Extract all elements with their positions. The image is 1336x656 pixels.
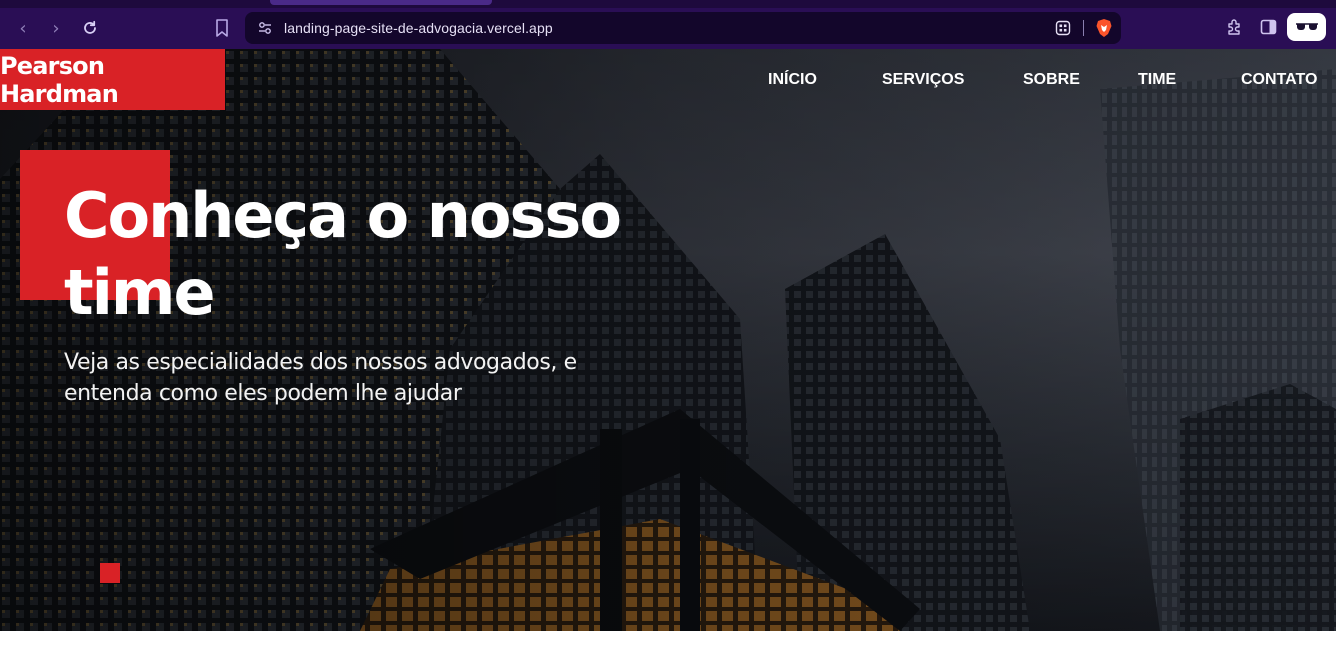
- url-text[interactable]: landing-page-site-de-advogacia.vercel.ap…: [284, 20, 553, 36]
- back-icon[interactable]: ‹: [12, 17, 34, 39]
- private-profile-button[interactable]: [1287, 13, 1326, 41]
- address-bar[interactable]: landing-page-site-de-advogacia.vercel.ap…: [245, 12, 1121, 44]
- nav-item-contato[interactable]: CONTATO: [1241, 71, 1317, 89]
- glasses-icon: [1295, 23, 1318, 30]
- forward-icon[interactable]: ›: [45, 17, 67, 39]
- logo[interactable]: Pearson Hardman: [0, 49, 225, 110]
- city-skyscrapers-background: [0, 49, 1336, 631]
- hero-section: Pearson Hardman INÍCIO SERVIÇOS SOBRE TI…: [0, 49, 1336, 631]
- nav-item-servicos[interactable]: SERVIÇOS: [882, 71, 964, 89]
- reload-button[interactable]: [79, 17, 101, 39]
- browser-toolbar: ‹ › landing-page-site-de-advogacia.verce…: [0, 0, 1336, 49]
- active-tab-indicator[interactable]: [270, 0, 492, 5]
- extensions-icon[interactable]: [1226, 18, 1244, 36]
- url-divider: [1083, 20, 1084, 36]
- sidebar-toggle-icon[interactable]: [1260, 19, 1277, 35]
- decorative-small-square: [100, 563, 120, 583]
- bookmark-icon[interactable]: [212, 17, 232, 39]
- nav-item-time[interactable]: TIME: [1138, 71, 1176, 89]
- nav-item-sobre[interactable]: SOBRE: [1023, 71, 1080, 89]
- qr-code-icon[interactable]: [1055, 20, 1071, 36]
- reload-icon: [84, 20, 96, 34]
- logo-text: Pearson Hardman: [0, 51, 119, 108]
- site-info-icon[interactable]: [257, 20, 273, 36]
- tab-strip: [0, 0, 1336, 8]
- brave-shield-icon[interactable]: [1095, 18, 1113, 38]
- nav-item-inicio[interactable]: INÍCIO: [768, 71, 817, 89]
- hero-title: Conheça o nosso time: [64, 179, 622, 329]
- hero-subtitle: Veja as especialidades dos nossos advoga…: [64, 350, 577, 406]
